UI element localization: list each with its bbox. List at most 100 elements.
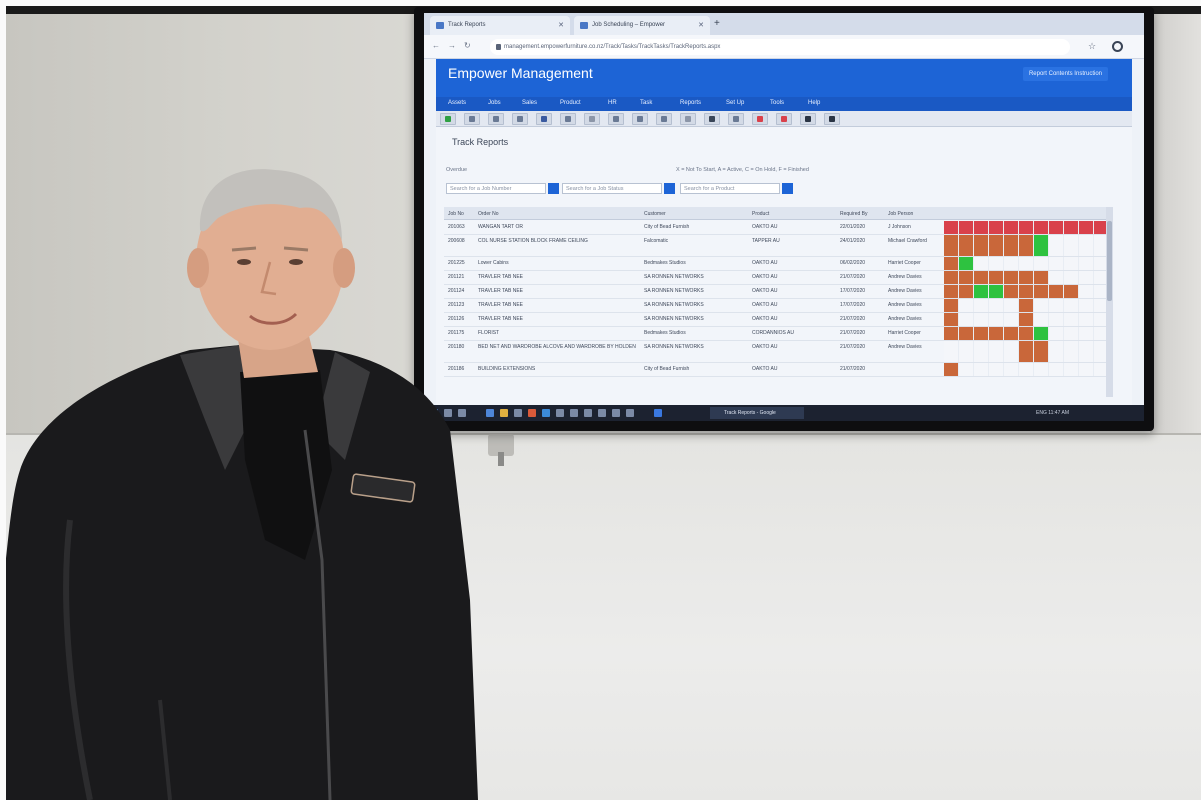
menu-item-tools[interactable]: Tools xyxy=(770,100,784,106)
table-row[interactable]: 201186 BUILDING EXTENSIONS City of Bead Fu… xyxy=(444,363,1109,377)
status-cell-red[interactable] xyxy=(1064,221,1079,234)
status-cell-blank[interactable] xyxy=(1049,327,1064,340)
status-cell-green[interactable] xyxy=(1034,327,1049,340)
file-icon[interactable] xyxy=(728,113,744,125)
status-cell-orange[interactable] xyxy=(944,257,959,270)
document-icon[interactable] xyxy=(584,113,600,125)
status-cell-orange[interactable] xyxy=(944,235,959,256)
status-cell-blank[interactable] xyxy=(974,341,989,362)
status-cell-blank[interactable] xyxy=(1079,235,1094,256)
status-cell-blank[interactable] xyxy=(1019,363,1034,376)
status-cell-blank[interactable] xyxy=(1079,299,1094,312)
status-cell-orange[interactable] xyxy=(974,271,989,284)
status-cell-orange[interactable] xyxy=(1019,285,1034,298)
status-cell-blank[interactable] xyxy=(1004,313,1019,326)
status-cell-orange[interactable] xyxy=(1019,327,1034,340)
attach-icon[interactable] xyxy=(704,113,720,125)
menu-item-task[interactable]: Task xyxy=(640,100,652,106)
close-tab-icon[interactable]: ✕ xyxy=(698,21,704,29)
status-cell-orange[interactable] xyxy=(944,327,959,340)
status-cell-blank[interactable] xyxy=(1079,341,1094,362)
status-cell-orange[interactable] xyxy=(1019,341,1034,362)
print-icon[interactable] xyxy=(608,113,624,125)
status-cell-green[interactable] xyxy=(959,257,974,270)
status-cell-orange[interactable] xyxy=(989,327,1004,340)
copy-icon[interactable] xyxy=(560,113,576,125)
status-cell-orange[interactable] xyxy=(1004,271,1019,284)
status-cell-red[interactable] xyxy=(1004,221,1019,234)
status-cell-blank[interactable] xyxy=(1079,285,1094,298)
app-icon[interactable] xyxy=(598,409,606,417)
status-cell-blank[interactable] xyxy=(1064,271,1079,284)
status-cell-blank[interactable] xyxy=(1079,257,1094,270)
status-cell-blank[interactable] xyxy=(989,363,1004,376)
status-cell-orange[interactable] xyxy=(1049,285,1064,298)
column-header[interactable]: Product xyxy=(752,211,769,217)
status-cell-blank[interactable] xyxy=(1049,257,1064,270)
status-cell-orange[interactable] xyxy=(1019,299,1034,312)
status-cell-orange[interactable] xyxy=(959,327,974,340)
status-cell-orange[interactable] xyxy=(1019,313,1034,326)
status-cell-green[interactable] xyxy=(1034,235,1049,256)
status-cell-orange[interactable] xyxy=(959,285,974,298)
car-icon[interactable] xyxy=(824,113,840,125)
table-row[interactable]: 201123 TRAVLER TAB NEE SA RONNEN NETWORKS O… xyxy=(444,299,1109,313)
status-cell-blank[interactable] xyxy=(1064,299,1079,312)
clipboard-icon[interactable] xyxy=(680,113,696,125)
status-cell-orange[interactable] xyxy=(989,235,1004,256)
close-icon[interactable] xyxy=(752,113,768,125)
status-cell-blank[interactable] xyxy=(959,299,974,312)
status-cell-blank[interactable] xyxy=(989,341,1004,362)
status-cell-green[interactable] xyxy=(989,285,1004,298)
status-cell-red[interactable] xyxy=(1019,221,1034,234)
table-row[interactable]: 201063 WANGAN TART OR City of Bead Furnish… xyxy=(444,221,1109,235)
menu-item-reports[interactable]: Reports xyxy=(680,100,701,106)
app-icon[interactable] xyxy=(626,409,634,417)
status-cell-blank[interactable] xyxy=(1019,257,1034,270)
status-cell-orange[interactable] xyxy=(1004,235,1019,256)
status-cell-blank[interactable] xyxy=(1064,363,1079,376)
status-cell-red[interactable] xyxy=(959,221,974,234)
status-cell-blank[interactable] xyxy=(944,341,959,362)
status-cell-blank[interactable] xyxy=(989,257,1004,270)
menu-item-hr[interactable]: HR xyxy=(608,100,617,106)
taskbar-active-window[interactable]: Track Reports - Google xyxy=(710,407,804,419)
status-cell-blank[interactable] xyxy=(1064,313,1079,326)
status-cell-orange[interactable] xyxy=(989,271,1004,284)
job-status-search-button[interactable] xyxy=(664,183,675,194)
status-cell-orange[interactable] xyxy=(1064,285,1079,298)
product-search-button[interactable] xyxy=(782,183,793,194)
edit-icon[interactable] xyxy=(536,113,552,125)
status-cell-orange[interactable] xyxy=(944,313,959,326)
browser-tab-job-scheduling[interactable]: Job Scheduling – Empower ✕ xyxy=(574,16,710,35)
status-cell-red[interactable] xyxy=(974,221,989,234)
table-row[interactable]: 201180 BED NET AND WARDROBE ALCOVE AND WA… xyxy=(444,341,1109,363)
delete-icon[interactable] xyxy=(776,113,792,125)
status-cell-orange[interactable] xyxy=(1034,341,1049,362)
status-cell-blank[interactable] xyxy=(974,299,989,312)
status-cell-blank[interactable] xyxy=(959,363,974,376)
table-scrollbar[interactable] xyxy=(1106,207,1113,397)
report-contents-button[interactable]: Report Contents Instruction xyxy=(1022,67,1108,81)
status-cell-orange[interactable] xyxy=(1004,327,1019,340)
status-cell-orange[interactable] xyxy=(974,327,989,340)
status-cell-orange[interactable] xyxy=(1034,285,1049,298)
status-cell-blank[interactable] xyxy=(1034,313,1049,326)
new-tab-icon[interactable]: + xyxy=(714,18,720,29)
job-number-search-button[interactable] xyxy=(548,183,559,194)
status-cell-red[interactable] xyxy=(1079,221,1094,234)
status-cell-red[interactable] xyxy=(1034,221,1049,234)
status-cell-blank[interactable] xyxy=(1064,327,1079,340)
status-cell-orange[interactable] xyxy=(944,299,959,312)
status-cell-blank[interactable] xyxy=(1049,313,1064,326)
outlook-icon[interactable] xyxy=(542,409,550,417)
app-icon[interactable] xyxy=(556,409,564,417)
status-cell-blank[interactable] xyxy=(1064,235,1079,256)
status-cell-orange[interactable] xyxy=(1019,271,1034,284)
status-cell-orange[interactable] xyxy=(959,271,974,284)
menu-item-set-up[interactable]: Set Up xyxy=(726,100,744,106)
status-cell-blank[interactable] xyxy=(989,299,1004,312)
status-cell-blank[interactable] xyxy=(959,313,974,326)
status-cell-blank[interactable] xyxy=(1049,363,1064,376)
bookmark-star-icon[interactable]: ☆ xyxy=(1088,41,1096,52)
